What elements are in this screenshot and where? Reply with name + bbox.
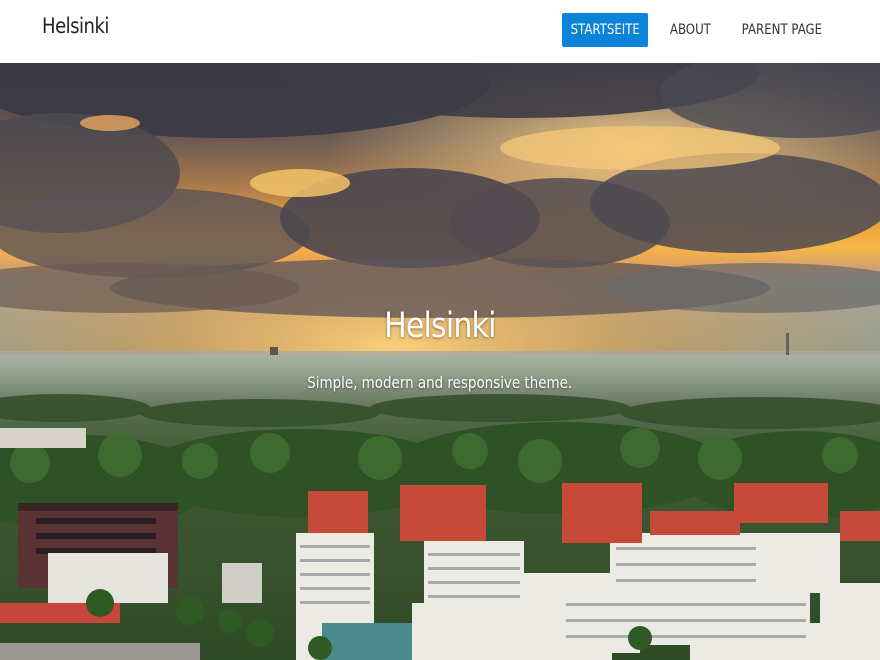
hero-title-text: Helsinki <box>384 306 496 346</box>
site-header: Helsinki STARTSEITE ABOUT PARENT PAGE <box>0 0 880 63</box>
nav-item-label: PARENT PAGE <box>741 22 823 38</box>
nav-item-label: ABOUT <box>669 22 711 38</box>
hero-title: Helsinki <box>0 306 880 346</box>
hero-subtitle-text: Simple, modern and responsive theme. <box>307 373 573 392</box>
site-title[interactable]: Helsinki <box>42 14 109 38</box>
nav-item-parent-page[interactable]: PARENT PAGE <box>738 13 826 47</box>
hero-banner: Helsinki Simple, modern and responsive t… <box>0 63 880 660</box>
nav-item-startseite[interactable]: STARTSEITE <box>562 13 648 47</box>
hero-subtitle: Simple, modern and responsive theme. <box>0 373 880 392</box>
hero-background-image <box>0 63 880 660</box>
nav-item-label: STARTSEITE <box>570 22 640 38</box>
nav-item-about[interactable]: ABOUT <box>662 13 718 47</box>
